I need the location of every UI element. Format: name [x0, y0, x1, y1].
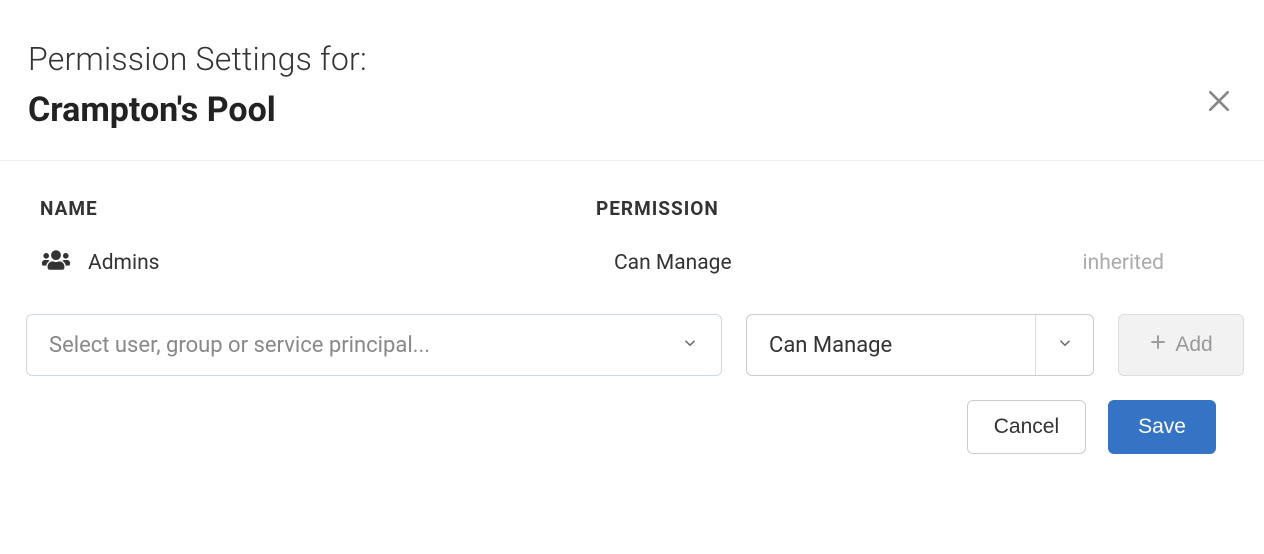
- modal-footer: Cancel Save: [40, 400, 1236, 454]
- chevron-down-icon: [681, 334, 699, 356]
- add-button[interactable]: Add: [1118, 314, 1244, 376]
- modal-body: NAME PERMISSION Admins Can Manage inheri…: [0, 161, 1264, 474]
- header-title-prefix: Permission Settings for:: [28, 40, 1236, 78]
- group-icon: [42, 248, 70, 278]
- principal-select[interactable]: Select user, group or service principal.…: [26, 314, 722, 376]
- permission-settings-modal: Permission Settings for: Crampton's Pool…: [0, 0, 1264, 474]
- add-button-label: Add: [1175, 333, 1212, 357]
- cancel-button[interactable]: Cancel: [967, 400, 1086, 454]
- table-row: Admins Can Manage inherited: [40, 248, 1236, 278]
- permission-select[interactable]: Can Manage: [746, 314, 1094, 376]
- header-title-main: Crampton's Pool: [28, 90, 1236, 130]
- row-permission-value: Can Manage: [596, 251, 1016, 275]
- column-header-name: NAME: [40, 197, 596, 220]
- modal-header: Permission Settings for: Crampton's Pool: [0, 0, 1264, 161]
- close-button[interactable]: [1200, 82, 1238, 123]
- permission-select-chevron-wrap: [1035, 315, 1093, 375]
- row-inherited-badge: inherited: [1016, 251, 1236, 275]
- permission-select-value: Can Manage: [747, 333, 1035, 358]
- column-header-permission: PERMISSION: [596, 197, 1016, 220]
- save-button[interactable]: Save: [1108, 400, 1216, 454]
- add-permission-row: Select user, group or service principal.…: [26, 314, 1236, 376]
- principal-select-placeholder: Select user, group or service principal.…: [49, 333, 430, 358]
- permissions-table-header: NAME PERMISSION: [40, 197, 1236, 220]
- plus-icon: [1149, 333, 1167, 357]
- row-principal-name: Admins: [88, 251, 160, 275]
- row-name-cell: Admins: [40, 248, 596, 278]
- close-icon: [1206, 102, 1232, 117]
- chevron-down-icon: [1056, 334, 1074, 356]
